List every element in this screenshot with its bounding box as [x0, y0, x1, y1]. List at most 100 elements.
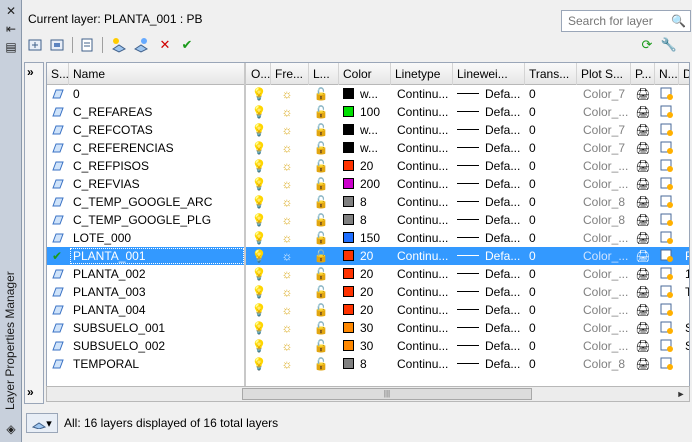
- new-vp-freeze-icon[interactable]: [659, 337, 679, 355]
- freeze-sun-icon[interactable]: ☼: [279, 265, 303, 283]
- layer-name[interactable]: 0: [69, 85, 245, 103]
- freeze-sun-icon[interactable]: ☼: [279, 121, 303, 139]
- freeze-sun-icon[interactable]: ☼: [279, 85, 303, 103]
- freeze-sun-icon[interactable]: ☼: [279, 211, 303, 229]
- freeze-sun-icon[interactable]: ☼: [279, 103, 303, 121]
- layer-name[interactable]: C_TEMP_GOOGLE_ARC: [69, 193, 245, 211]
- on-bulb-icon[interactable]: 💡: [251, 229, 271, 247]
- layer-row[interactable]: SUBSUELO_002 💡 ☼ 🔓 30 Continu... Defa...…: [47, 337, 689, 355]
- new-vp-freeze-icon[interactable]: [659, 211, 679, 229]
- description-value[interactable]: [681, 301, 689, 319]
- lineweight-cell[interactable]: Defa...: [453, 139, 525, 157]
- transparency-value[interactable]: 0: [525, 139, 577, 157]
- description-value[interactable]: [681, 139, 689, 157]
- search-box[interactable]: 🔍: [561, 10, 691, 32]
- linetype-value[interactable]: Continu...: [393, 247, 453, 265]
- color-cell[interactable]: 8: [339, 355, 391, 373]
- settings-icon[interactable]: 🔧: [660, 36, 678, 54]
- transparency-value[interactable]: 0: [525, 193, 577, 211]
- refresh-icon[interactable]: ⟳: [638, 36, 656, 54]
- status-cell[interactable]: [49, 85, 69, 103]
- plot-style-value[interactable]: Color_7: [579, 85, 631, 103]
- layer-row[interactable]: PLANTA_002 💡 ☼ 🔓 20 Continu... Defa... 0…: [47, 265, 689, 283]
- transparency-value[interactable]: 0: [525, 319, 577, 337]
- invert-filter-button[interactable]: ▾: [26, 413, 58, 433]
- transparency-value[interactable]: 0: [525, 355, 577, 373]
- transparency-value[interactable]: 0: [525, 247, 577, 265]
- linetype-value[interactable]: Continu...: [393, 175, 453, 193]
- col-lineweight[interactable]: Linewei...: [453, 63, 525, 85]
- layer-name[interactable]: PLANTA_004: [69, 301, 245, 319]
- lineweight-cell[interactable]: Defa...: [453, 355, 525, 373]
- plot-style-value[interactable]: Color_8: [579, 211, 631, 229]
- status-cell[interactable]: [49, 355, 69, 373]
- col-on[interactable]: O...: [247, 63, 271, 85]
- description-value[interactable]: SOTA: [681, 337, 689, 355]
- on-bulb-icon[interactable]: 💡: [251, 85, 271, 103]
- new-vp-freeze-icon[interactable]: [659, 139, 679, 157]
- layer-name[interactable]: C_REFVIAS: [69, 175, 245, 193]
- plot-style-value[interactable]: Color_...: [579, 247, 631, 265]
- col-plot[interactable]: P...: [631, 63, 655, 85]
- filter-tree-collapsed[interactable]: » »: [24, 62, 44, 404]
- layer-row[interactable]: LOTE_000 💡 ☼ 🔓 150 Continu... Defa... 0 …: [47, 229, 689, 247]
- color-cell[interactable]: 20: [339, 301, 391, 319]
- color-cell[interactable]: 8: [339, 211, 391, 229]
- status-cell[interactable]: [49, 337, 69, 355]
- palette-title-bar[interactable]: ✕ ⇤ ▤ Layer Properties Manager ◈: [0, 0, 22, 442]
- transparency-value[interactable]: 0: [525, 103, 577, 121]
- description-value[interactable]: 1P: [681, 265, 689, 283]
- linetype-value[interactable]: Continu...: [393, 319, 453, 337]
- layer-name[interactable]: TEMPORAL: [69, 355, 245, 373]
- on-bulb-icon[interactable]: 💡: [251, 247, 271, 265]
- on-bulb-icon[interactable]: 💡: [251, 301, 271, 319]
- col-new-vp-freeze[interactable]: N...: [655, 63, 679, 85]
- plot-printer-icon[interactable]: 🖨: [635, 121, 655, 139]
- linetype-value[interactable]: Continu...: [393, 265, 453, 283]
- layer-name[interactable]: C_REFERENCIAS: [69, 139, 245, 157]
- layer-name[interactable]: PLANTA_003: [69, 283, 245, 301]
- on-bulb-icon[interactable]: 💡: [251, 139, 271, 157]
- status-cell[interactable]: [49, 229, 69, 247]
- new-vp-freeze-icon[interactable]: [659, 103, 679, 121]
- freeze-sun-icon[interactable]: ☼: [279, 193, 303, 211]
- on-bulb-icon[interactable]: 💡: [251, 175, 271, 193]
- freeze-sun-icon[interactable]: ☼: [279, 175, 303, 193]
- plot-printer-icon[interactable]: 🖨: [635, 193, 655, 211]
- lock-open-icon[interactable]: 🔓: [313, 355, 337, 373]
- status-cell[interactable]: [49, 265, 69, 283]
- freeze-sun-icon[interactable]: ☼: [279, 139, 303, 157]
- lineweight-cell[interactable]: Defa...: [453, 265, 525, 283]
- layer-grid[interactable]: S... Name O... Fre... L... Color Linetyp…: [46, 62, 690, 402]
- color-cell[interactable]: 8: [339, 193, 391, 211]
- status-cell[interactable]: [49, 211, 69, 229]
- layer-name[interactable]: C_REFAREAS: [69, 103, 245, 121]
- description-value[interactable]: [681, 103, 689, 121]
- expand-filter-pane-bottom-icon[interactable]: »: [27, 385, 34, 399]
- lineweight-cell[interactable]: Defa...: [453, 211, 525, 229]
- linetype-value[interactable]: Continu...: [393, 193, 453, 211]
- description-value[interactable]: [681, 355, 689, 373]
- layer-row[interactable]: SUBSUELO_001 💡 ☼ 🔓 30 Continu... Defa...…: [47, 319, 689, 337]
- layer-name[interactable]: PLANTA_001: [69, 247, 245, 265]
- plot-style-value[interactable]: Color_...: [579, 265, 631, 283]
- layer-row[interactable]: C_REFERENCIAS 💡 ☼ 🔓 w... Continu... Defa…: [47, 139, 689, 157]
- transparency-value[interactable]: 0: [525, 211, 577, 229]
- on-bulb-icon[interactable]: 💡: [251, 319, 271, 337]
- linetype-value[interactable]: Continu...: [393, 139, 453, 157]
- lock-open-icon[interactable]: 🔓: [313, 301, 337, 319]
- lineweight-cell[interactable]: Defa...: [453, 121, 525, 139]
- new-vp-freeze-icon[interactable]: [659, 355, 679, 373]
- linetype-value[interactable]: Continu...: [393, 103, 453, 121]
- column-splitter[interactable]: [244, 63, 246, 401]
- col-description[interactable]: Desc: [679, 63, 689, 85]
- expand-filter-pane-icon[interactable]: »: [27, 65, 34, 79]
- plot-printer-icon[interactable]: 🖨: [635, 103, 655, 121]
- plot-printer-icon[interactable]: 🖨: [635, 211, 655, 229]
- search-input[interactable]: [566, 13, 666, 29]
- new-vp-freeze-icon[interactable]: [659, 229, 679, 247]
- lock-open-icon[interactable]: 🔓: [313, 85, 337, 103]
- plot-style-value[interactable]: Color_...: [579, 157, 631, 175]
- transparency-value[interactable]: 0: [525, 175, 577, 193]
- layer-row[interactable]: C_REFVIAS 💡 ☼ 🔓 200 Continu... Defa... 0…: [47, 175, 689, 193]
